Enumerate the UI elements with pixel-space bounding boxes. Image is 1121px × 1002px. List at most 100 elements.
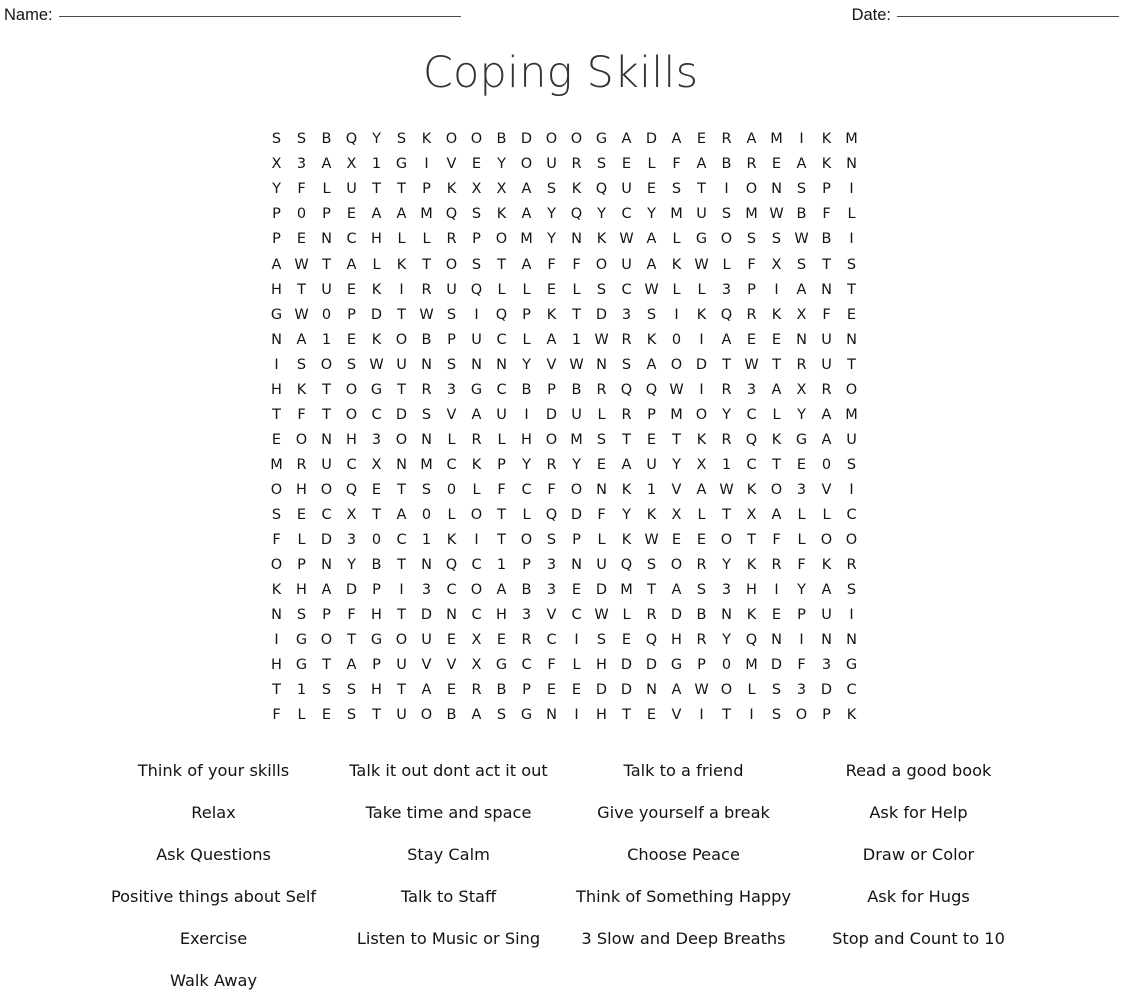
grid-cell[interactable]: C xyxy=(739,458,764,473)
grid-cell[interactable]: K xyxy=(439,533,464,548)
grid-cell[interactable]: Y xyxy=(489,157,514,172)
grid-cell[interactable]: X xyxy=(464,658,489,673)
grid-cell[interactable]: F xyxy=(264,708,289,723)
grid-cell[interactable]: P xyxy=(814,708,839,723)
grid-cell[interactable]: P xyxy=(339,308,364,323)
grid-cell[interactable]: T xyxy=(764,358,789,373)
grid-cell[interactable]: L xyxy=(389,232,414,247)
grid-cell[interactable]: A xyxy=(314,583,339,598)
grid-cell[interactable]: G xyxy=(364,633,389,648)
grid-cell[interactable]: U xyxy=(614,257,639,273)
grid-cell[interactable]: K xyxy=(639,508,664,523)
grid-cell[interactable]: C xyxy=(364,408,389,423)
grid-cell[interactable]: A xyxy=(389,508,414,523)
grid-cell[interactable]: O xyxy=(564,483,589,498)
grid-cell[interactable]: F xyxy=(739,257,764,273)
grid-cell[interactable]: E xyxy=(639,433,664,448)
grid-cell[interactable]: L xyxy=(439,508,464,523)
grid-cell[interactable]: T xyxy=(714,358,739,373)
grid-cell[interactable]: F xyxy=(539,257,564,273)
grid-cell[interactable]: I xyxy=(564,633,589,648)
grid-cell[interactable]: M xyxy=(739,658,764,673)
grid-cell[interactable]: 3 xyxy=(814,658,839,673)
grid-cell[interactable]: I xyxy=(464,533,489,548)
grid-cell[interactable]: Q xyxy=(639,383,664,398)
grid-cell[interactable]: E xyxy=(339,207,364,222)
grid-cell[interactable]: K xyxy=(364,333,389,348)
grid-cell[interactable]: U xyxy=(439,283,464,298)
grid-cell[interactable]: W xyxy=(714,483,739,498)
grid-cell[interactable]: D xyxy=(339,583,364,598)
grid-cell[interactable]: 1 xyxy=(639,483,664,498)
grid-cell[interactable]: S xyxy=(264,508,289,523)
grid-cell[interactable]: C xyxy=(514,483,539,498)
grid-cell[interactable]: N xyxy=(439,608,464,623)
grid-cell[interactable]: K xyxy=(739,483,764,498)
grid-cell[interactable]: C xyxy=(514,658,539,673)
grid-cell[interactable]: C xyxy=(539,633,564,648)
grid-cell[interactable]: N xyxy=(589,358,614,373)
grid-cell[interactable]: 3 xyxy=(539,558,564,573)
grid-cell[interactable]: W xyxy=(414,308,439,323)
grid-cell[interactable]: T xyxy=(489,508,514,523)
grid-cell[interactable]: P xyxy=(364,583,389,598)
grid-cell[interactable]: Y xyxy=(539,232,564,247)
grid-cell[interactable]: S xyxy=(339,708,364,723)
grid-cell[interactable]: M xyxy=(264,458,289,473)
grid-cell[interactable]: K xyxy=(639,333,664,348)
grid-cell[interactable]: U xyxy=(564,408,589,423)
grid-cell[interactable]: N xyxy=(814,283,839,298)
grid-cell[interactable]: Y xyxy=(714,633,739,648)
grid-cell[interactable]: E xyxy=(364,483,389,498)
grid-cell[interactable]: S xyxy=(789,182,814,197)
grid-cell[interactable]: R xyxy=(439,232,464,247)
grid-cell[interactable]: P xyxy=(314,608,339,623)
grid-cell[interactable]: C xyxy=(614,207,639,222)
grid-cell[interactable]: R xyxy=(739,157,764,172)
grid-cell[interactable]: C xyxy=(739,408,764,423)
grid-cell[interactable]: I xyxy=(839,182,864,197)
grid-cell[interactable]: A xyxy=(289,333,314,348)
grid-cell[interactable]: P xyxy=(414,182,439,197)
grid-cell[interactable]: A xyxy=(464,408,489,423)
grid-cell[interactable]: K xyxy=(289,383,314,398)
grid-cell[interactable]: K xyxy=(589,232,614,247)
grid-cell[interactable]: 1 xyxy=(289,683,314,698)
grid-cell[interactable]: E xyxy=(689,132,714,147)
grid-cell[interactable]: B xyxy=(714,157,739,172)
grid-cell[interactable]: A xyxy=(339,257,364,273)
word-list-item[interactable]: Think of your skills xyxy=(96,750,331,792)
grid-cell[interactable]: I xyxy=(789,633,814,648)
grid-cell[interactable]: N xyxy=(764,633,789,648)
grid-cell[interactable]: L xyxy=(689,283,714,298)
grid-cell[interactable]: Q xyxy=(739,433,764,448)
grid-cell[interactable]: K xyxy=(614,533,639,548)
grid-cell[interactable]: 1 xyxy=(364,157,389,172)
grid-cell[interactable]: D xyxy=(689,358,714,373)
grid-cell[interactable]: H xyxy=(289,583,314,598)
grid-cell[interactable]: P xyxy=(489,458,514,473)
grid-cell[interactable]: H xyxy=(364,232,389,247)
name-input-rule[interactable] xyxy=(58,16,461,17)
grid-cell[interactable]: O xyxy=(539,132,564,147)
grid-cell[interactable]: I xyxy=(839,483,864,498)
grid-cell[interactable]: D xyxy=(564,508,589,523)
word-list-item[interactable]: Listen to Music or Sing xyxy=(331,918,566,960)
grid-cell[interactable]: I xyxy=(689,708,714,723)
word-list-item[interactable]: Relax xyxy=(96,792,331,834)
grid-cell[interactable]: E xyxy=(439,633,464,648)
grid-cell[interactable]: O xyxy=(514,157,539,172)
grid-cell[interactable]: Y xyxy=(364,132,389,147)
grid-cell[interactable]: T xyxy=(739,533,764,548)
grid-cell[interactable]: R xyxy=(464,683,489,698)
grid-cell[interactable]: R xyxy=(714,132,739,147)
grid-cell[interactable]: G xyxy=(464,383,489,398)
grid-cell[interactable]: O xyxy=(439,132,464,147)
grid-cell[interactable]: S xyxy=(539,533,564,548)
grid-cell[interactable]: A xyxy=(639,232,664,247)
grid-cell[interactable]: G xyxy=(264,308,289,323)
grid-cell[interactable]: O xyxy=(589,257,614,273)
grid-cell[interactable]: 0 xyxy=(364,533,389,548)
grid-cell[interactable]: F xyxy=(789,658,814,673)
grid-cell[interactable]: I xyxy=(389,583,414,598)
